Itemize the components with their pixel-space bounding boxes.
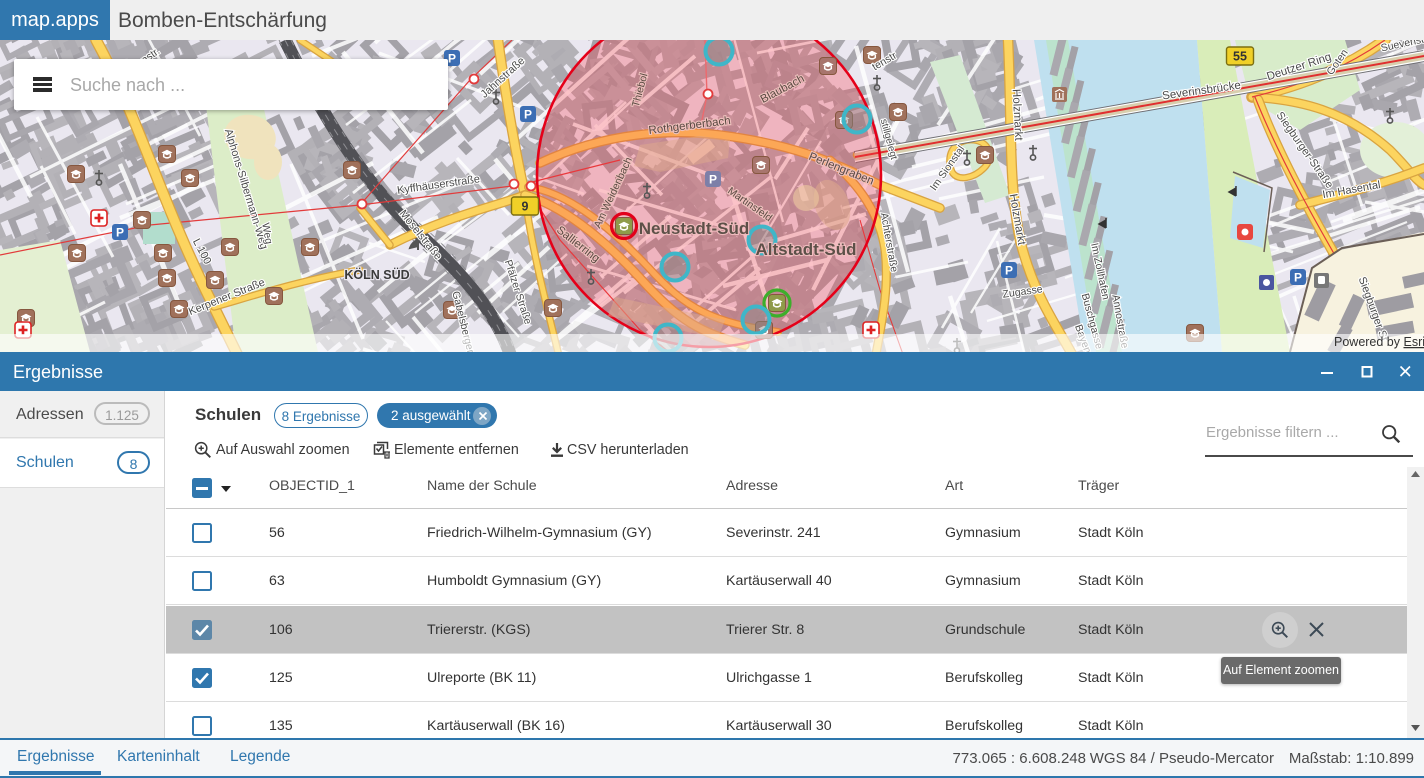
svg-text:P: P <box>448 52 456 66</box>
svg-text:P: P <box>1294 271 1302 285</box>
svg-text:KÖLN SÜD: KÖLN SÜD <box>344 267 409 282</box>
svg-text:Altstadt-Süd: Altstadt-Süd <box>755 240 856 259</box>
svg-text:Powered by Esri: Powered by Esri <box>1334 335 1424 349</box>
svg-text:P: P <box>1005 264 1013 278</box>
svg-text:P: P <box>116 226 124 240</box>
svg-text:P: P <box>709 173 717 187</box>
svg-text:9: 9 <box>522 200 529 214</box>
svg-text:55: 55 <box>1233 50 1247 64</box>
svg-text:P: P <box>524 108 532 122</box>
svg-text:Neustadt-Süd: Neustadt-Süd <box>639 219 750 238</box>
